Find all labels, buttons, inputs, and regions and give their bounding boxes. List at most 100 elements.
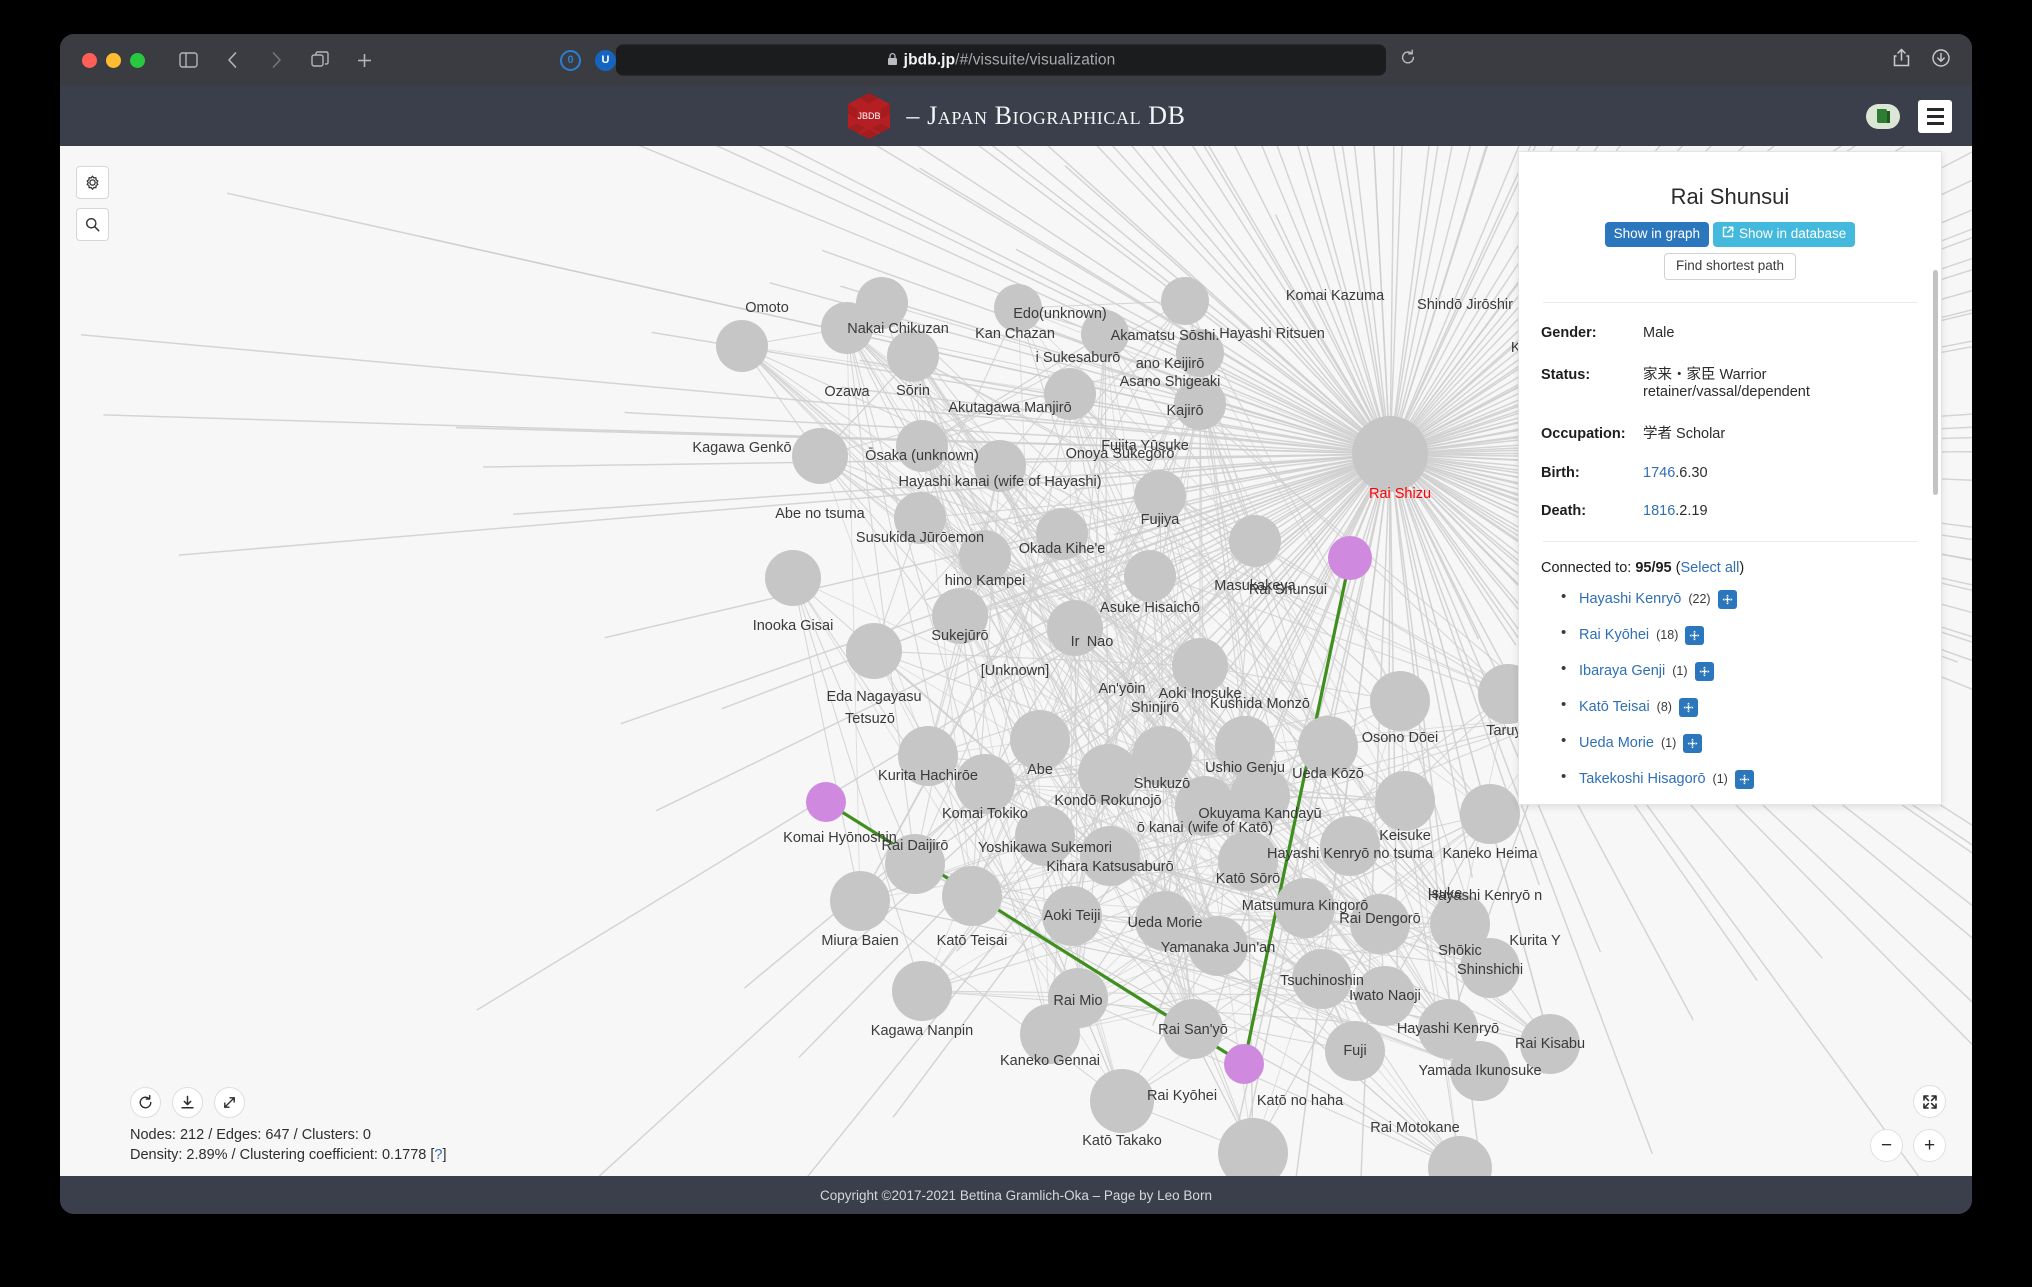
graph-node[interactable] (792, 428, 848, 484)
move-arrows-icon[interactable] (1683, 733, 1703, 753)
graph-node[interactable] (1134, 470, 1186, 522)
graph-node[interactable] (1132, 726, 1192, 786)
close-window-button[interactable] (82, 52, 97, 68)
graph-node[interactable] (1218, 831, 1278, 891)
extension-badge-u[interactable]: U (595, 49, 616, 71)
graph-node[interactable] (1042, 886, 1102, 946)
show-in-graph-button[interactable]: Show in graph (1604, 222, 1709, 247)
show-in-database-button[interactable]: Show in database (1712, 222, 1856, 247)
graph-node[interactable] (1355, 966, 1415, 1026)
fit-screen-icon[interactable] (1913, 1085, 1946, 1118)
graph-node[interactable] (1135, 891, 1195, 951)
graph-node[interactable] (1275, 878, 1335, 938)
extension-badge-blue-ring[interactable]: 0 (560, 49, 581, 71)
zoom-in-button[interactable]: + (1913, 1129, 1946, 1162)
graph-node[interactable] (1044, 368, 1096, 420)
graph-node[interactable] (1188, 916, 1248, 976)
graph-node[interactable] (994, 284, 1042, 332)
move-arrows-icon[interactable] (1678, 697, 1698, 717)
graph-node-selected[interactable] (806, 782, 846, 822)
graph-node[interactable] (1460, 938, 1520, 998)
search-icon[interactable] (76, 208, 109, 241)
graph-node[interactable] (1370, 671, 1430, 731)
graph-node[interactable] (887, 330, 939, 382)
graph-node[interactable] (898, 726, 958, 786)
graph-node[interactable] (1175, 776, 1235, 836)
download-icon[interactable] (1932, 48, 1950, 72)
window-traffic-lights[interactable] (82, 52, 145, 68)
graph-node[interactable] (1460, 784, 1520, 844)
graph-node[interactable] (1174, 378, 1226, 430)
zoom-out-button[interactable]: − (1870, 1129, 1903, 1162)
move-arrows-icon[interactable] (1734, 769, 1754, 789)
graph-node[interactable] (1428, 1136, 1492, 1176)
graph-node[interactable] (1124, 550, 1176, 602)
graph-node[interactable] (974, 440, 1026, 492)
connection-name-link[interactable]: Ibaraya Genji (1579, 663, 1665, 679)
find-shortest-path-button[interactable]: Find shortest path (1663, 252, 1797, 280)
move-arrows-icon[interactable] (1685, 625, 1705, 645)
back-arrow-icon[interactable] (217, 45, 247, 75)
graph-node[interactable] (1163, 999, 1223, 1059)
graph-node[interactable] (1230, 766, 1290, 826)
url-bar[interactable]: jbdb.jp/#/vissuite/visualization (616, 44, 1386, 76)
hamburger-menu-icon[interactable] (1918, 99, 1952, 133)
graph-node[interactable] (830, 871, 890, 931)
graph-node[interactable] (1047, 600, 1103, 656)
panel-field-value[interactable]: 1746.6.30 (1643, 465, 1708, 481)
graph-node[interactable] (1520, 1014, 1580, 1074)
graph-node[interactable] (1320, 816, 1380, 876)
plus-icon[interactable] (349, 45, 379, 75)
move-arrows-icon[interactable] (1717, 589, 1737, 609)
connection-name-link[interactable]: Takekoshi Hisagorō (1579, 771, 1706, 787)
graph-node[interactable] (942, 866, 1002, 926)
graph-node[interactable] (1350, 894, 1410, 954)
tab-overview-icon[interactable] (305, 45, 335, 75)
graph-node[interactable] (1450, 1041, 1510, 1101)
graph-node[interactable] (932, 588, 988, 644)
move-arrows-icon[interactable] (1694, 661, 1714, 681)
reload-icon[interactable] (1400, 49, 1416, 71)
graph-node[interactable] (1010, 710, 1070, 770)
graph-node[interactable] (1325, 1021, 1385, 1081)
graph-node[interactable] (885, 834, 945, 894)
refresh-icon[interactable] (130, 1087, 161, 1118)
graph-node[interactable] (1090, 1069, 1154, 1133)
share-icon[interactable] (1893, 48, 1910, 72)
graph-node[interactable] (1298, 716, 1358, 776)
graph-node[interactable] (716, 320, 768, 372)
graph-node-selected[interactable] (1224, 1044, 1264, 1084)
graph-node[interactable] (765, 550, 821, 606)
download-icon[interactable] (172, 1087, 203, 1118)
panel-field-value[interactable]: 1816.2.19 (1643, 503, 1708, 519)
graph-node[interactable] (1080, 826, 1140, 886)
graph-node[interactable] (1161, 277, 1209, 325)
brand[interactable]: JBDB – Japan Biographical DB (846, 92, 1185, 140)
book-icon[interactable] (1866, 103, 1900, 129)
expand-arrows-icon[interactable] (214, 1087, 245, 1118)
gear-icon[interactable] (76, 166, 109, 199)
graph-node[interactable] (894, 492, 946, 544)
graph-node[interactable] (955, 754, 1015, 814)
panel-scrollbar[interactable] (1933, 270, 1938, 495)
forward-arrow-icon[interactable] (261, 45, 291, 75)
sidebar-icon[interactable] (173, 45, 203, 75)
connection-name-link[interactable]: Rai Kyōhei (1579, 627, 1649, 643)
graph-canvas[interactable]: Omoto Nakai Chikuzan Kan Chazan Akamatsu Sō… (60, 146, 1972, 1176)
graph-node[interactable] (1015, 806, 1075, 866)
graph-node[interactable] (1036, 508, 1088, 560)
graph-node[interactable] (821, 302, 873, 354)
graph-node[interactable] (1176, 329, 1224, 377)
graph-node[interactable] (1020, 1004, 1080, 1064)
graph-node[interactable] (1078, 744, 1138, 804)
select-all-link[interactable]: Select all (1680, 560, 1739, 576)
graph-node[interactable] (892, 961, 952, 1021)
graph-node[interactable] (1218, 1118, 1288, 1176)
graph-node[interactable] (1081, 310, 1129, 358)
connection-name-link[interactable]: Hayashi Kenryō (1579, 591, 1681, 607)
minimize-window-button[interactable] (106, 52, 121, 68)
connection-name-link[interactable]: Ueda Morie (1579, 735, 1654, 751)
graph-node[interactable] (846, 623, 902, 679)
graph-node[interactable] (1172, 638, 1228, 694)
graph-node[interactable] (959, 530, 1011, 582)
